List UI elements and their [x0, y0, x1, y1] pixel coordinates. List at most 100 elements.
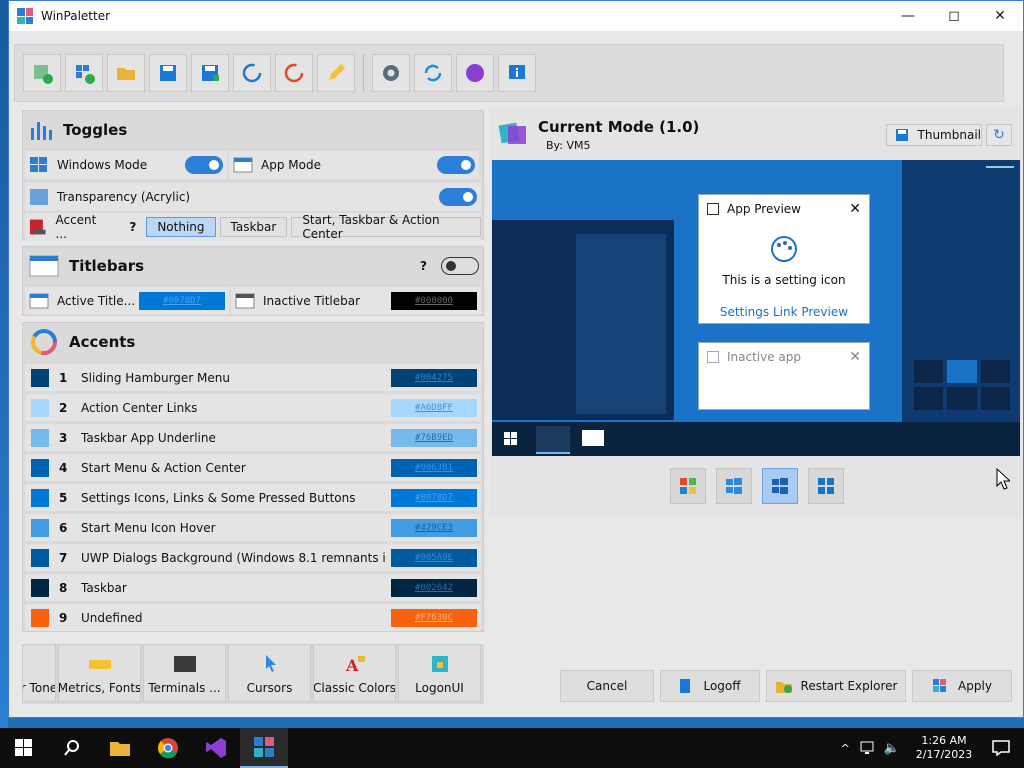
save-as-button[interactable] [191, 54, 229, 92]
refresh-preview-button[interactable]: ↻ [986, 124, 1012, 146]
accent-color-swatch[interactable]: #429CE3 [391, 518, 477, 537]
new-from-default-button[interactable] [65, 54, 103, 92]
accent-option-start-taskbar-ac[interactable]: Start, Taskbar & Action Center [291, 213, 481, 241]
accent-color-swatch[interactable]: #002642 [391, 578, 477, 597]
window-title: WinPaletter [41, 9, 111, 23]
apply-button[interactable]: Apply [912, 670, 1012, 702]
windows-mode-toggle[interactable] [185, 156, 223, 174]
windows-7-button[interactable] [670, 468, 706, 504]
transparency-toggle[interactable] [439, 188, 477, 206]
thumbnail-button[interactable]: Thumbnail [886, 124, 982, 146]
app-preview-close-icon: ✕ [849, 201, 861, 217]
app-mode-toggle[interactable] [437, 156, 475, 174]
preview-app-window: App Preview ✕ This is a setting icon Set… [698, 194, 870, 324]
search-button[interactable] [48, 728, 96, 768]
open-button[interactable] [107, 54, 145, 92]
tab-metrics-fonts[interactable]: Metrics, Fonts [58, 644, 141, 702]
folder-icon [117, 68, 135, 80]
inactive-titlebar-swatch[interactable]: #000000 [391, 292, 477, 310]
accent-label: Undefined [81, 610, 143, 625]
maximize-icon[interactable]: ◻ [931, 1, 977, 31]
windows-plus-icon [76, 65, 95, 84]
svg-text:A: A [345, 656, 359, 673]
new-badge-icon [466, 64, 484, 82]
accent-color-swatch[interactable]: #76B9ED [391, 428, 477, 447]
tray-chevron-icon[interactable]: ^ [841, 742, 850, 755]
accent-item-icon [31, 398, 49, 417]
close-icon[interactable]: ✕ [977, 1, 1023, 31]
accent-color-swatch[interactable]: #F7630C [391, 608, 477, 627]
accent-help-button[interactable]: ? [129, 220, 136, 234]
accent-color-swatch[interactable]: #A6D8FF [391, 398, 477, 417]
save-icon [160, 65, 176, 81]
tab-label: r Tone [22, 681, 56, 695]
tab-classic-colors[interactable]: A Classic Colors [313, 644, 396, 702]
minimize-icon[interactable]: — [885, 1, 931, 31]
active-titlebar-swatch[interactable]: #0078D7 [139, 292, 225, 310]
tab-windows-color-tone[interactable]: r Tone [22, 644, 56, 702]
windows-11-button[interactable] [808, 468, 844, 504]
notifications-icon[interactable] [992, 740, 1010, 756]
accent-color-swatch[interactable]: #004275 [391, 368, 477, 387]
winpaletter-taskbar-button[interactable] [240, 728, 288, 768]
volume-icon[interactable]: 🔈 [884, 741, 900, 756]
sync-button[interactable] [414, 54, 452, 92]
logoff-button[interactable]: Logoff [660, 670, 760, 702]
settings-link-preview[interactable]: Settings Link Preview [699, 305, 869, 319]
toggles-panel: Toggles Windows Mode App Mode Transparen… [22, 110, 484, 241]
terminal-icon [173, 656, 196, 672]
feature-tabs: r Tone Metrics, Fonts Terminals ... Curs… [22, 644, 484, 704]
accent-option-nothing[interactable]: Nothing [146, 217, 216, 237]
reset-button[interactable] [233, 54, 271, 92]
accent-color-swatch[interactable]: #0078D7 [391, 488, 477, 507]
accent-number: 3 [59, 430, 68, 445]
sync-icon [424, 64, 442, 82]
accent-label: Accent ... [55, 213, 97, 241]
accent-color-swatch[interactable]: #005A9E [391, 548, 477, 567]
transparency-label: Transparency (Acrylic) [57, 190, 191, 204]
titlebars-help-button[interactable]: ? [420, 259, 427, 273]
restart-explorer-button[interactable]: Restart Explorer [766, 670, 906, 702]
tab-logonui[interactable]: LogonUI [398, 644, 481, 702]
tab-cursors[interactable]: Cursors [228, 644, 311, 702]
settings-button[interactable] [372, 54, 410, 92]
accent-option-taskbar[interactable]: Taskbar [219, 217, 288, 237]
visual-studio-button[interactable] [192, 728, 240, 768]
save-button[interactable] [149, 54, 187, 92]
ruler-icon [88, 660, 111, 669]
accent-color-swatch[interactable]: #0063B1 [391, 458, 477, 477]
accent-row: 9 Undefined #F7630C [25, 604, 481, 631]
tab-label: Classic Colors [313, 681, 396, 695]
windows-10-selected-button[interactable] [762, 468, 798, 504]
accent-number: 4 [59, 460, 68, 475]
accents-title: Accents [69, 333, 136, 351]
app-preview-title: App Preview [727, 202, 801, 216]
accent-icon [29, 219, 46, 235]
new-from-current-button[interactable] [23, 54, 61, 92]
network-icon[interactable] [860, 741, 876, 755]
preview-start-menu [492, 220, 674, 420]
accent-row: 4 Start Menu & Action Center #0063B1 [25, 454, 481, 481]
app-mode-icon [233, 157, 253, 173]
about-button[interactable] [498, 54, 536, 92]
restore-default-button[interactable] [275, 54, 313, 92]
edit-info-button[interactable] [317, 54, 355, 92]
toggles-icon [31, 122, 52, 140]
chrome-button[interactable] [144, 728, 192, 768]
windows-10-button[interactable] [716, 468, 752, 504]
whats-new-button[interactable] [456, 54, 494, 92]
app-mode-label: App Mode [261, 158, 321, 172]
start-button[interactable] [0, 728, 48, 768]
title-bar: WinPaletter — ◻ ✕ [9, 1, 1023, 31]
windows-7-icon [680, 478, 696, 494]
clock[interactable]: 1:26 AM 2/17/2023 [908, 734, 980, 762]
titlebar-icon [29, 255, 59, 277]
active-titlebar-icon [29, 293, 49, 309]
tab-terminals[interactable]: Terminals ... [143, 644, 226, 702]
accent-label: Taskbar App Underline [81, 430, 216, 445]
cancel-button[interactable]: Cancel [560, 670, 654, 702]
new-theme-icon [34, 65, 53, 84]
file-explorer-button[interactable] [96, 728, 144, 768]
inactive-titlebar-icon [235, 293, 255, 309]
titlebars-toggle[interactable] [441, 257, 479, 275]
